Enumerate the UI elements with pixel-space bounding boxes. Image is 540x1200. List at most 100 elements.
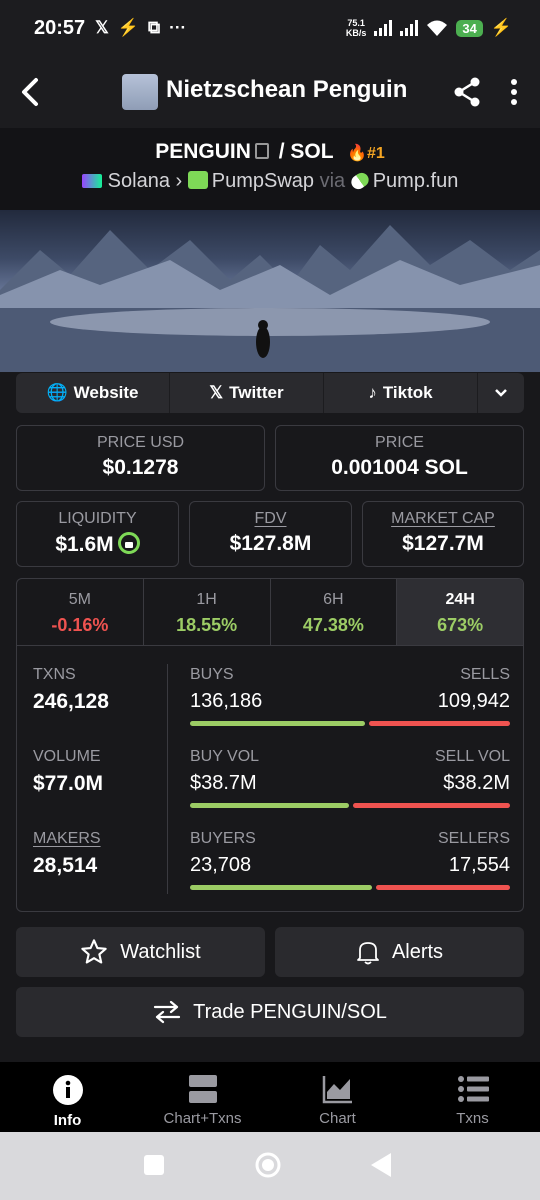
flame-icon: 🔥: [347, 145, 367, 162]
more-notifications-icon: ···: [169, 18, 187, 37]
price-usd-label: PRICE USD: [96, 434, 185, 451]
liquidity-value: $1.6M: [55, 533, 114, 556]
globe-icon: 🌐: [46, 383, 68, 402]
solana-logo-icon: [81, 174, 102, 188]
sellers-value: 17,554: [448, 854, 510, 876]
status-bar: 20:57 𝕏 ⚡ ⧉ ··· 75.1 KB/s 34 ⚡: [0, 0, 540, 56]
nav-info[interactable]: Info: [0, 1062, 135, 1132]
change-5m: -0.16%: [51, 615, 109, 635]
price-native-card: PRICE 0.001004 SOL: [275, 425, 524, 491]
charging-icon: ⚡: [490, 18, 512, 37]
battery-indicator: 34: [456, 19, 483, 37]
back-icon[interactable]: [16, 74, 46, 110]
sellers-bar-fill: [376, 885, 510, 890]
twitter-button[interactable]: 𝕏 Twitter: [170, 373, 324, 413]
back-nav-icon[interactable]: [370, 1152, 392, 1178]
token-title: Nietzschean Penguin: [166, 76, 408, 103]
chevron-down-icon: [495, 389, 507, 397]
area-chart-icon: [322, 1076, 352, 1104]
buy-vol-bar: [190, 803, 349, 808]
volume-value: $77.0M: [33, 772, 104, 795]
star-icon: [81, 939, 108, 964]
liquidity-card: LIQUIDITY $1.6M: [16, 501, 179, 567]
home-icon[interactable]: [254, 1151, 282, 1179]
buyers-bar-fill: [190, 885, 372, 890]
price-usd-card: PRICE USD $0.1278: [16, 425, 265, 491]
signal-icon: [374, 20, 393, 36]
dex-name[interactable]: PumpSwap: [212, 170, 314, 192]
trade-button[interactable]: Trade PENGUIN/SOL: [16, 987, 524, 1037]
chain-name[interactable]: Solana: [108, 170, 170, 192]
launchpad-name[interactable]: Pump.fun: [373, 170, 459, 192]
market-cap-value: $127.7M: [402, 532, 484, 555]
txns-value: 246,128: [33, 690, 109, 713]
volume-bar: [190, 803, 510, 808]
buys-bar: [190, 721, 365, 726]
buys-sells-stat: BUYS SELLS 136,186 109,942: [190, 666, 510, 726]
tiktok-icon: ♪: [368, 383, 377, 402]
mountain-penguin-illustration: [0, 225, 540, 372]
price-native-label: PRICE: [375, 434, 424, 451]
info-icon: [52, 1075, 83, 1105]
pair-line: PENGUIN / SOL 🔥#1: [0, 140, 540, 164]
recents-icon[interactable]: [143, 1154, 165, 1176]
token-avatar: [122, 74, 158, 110]
tab-6h[interactable]: 6H 47.38%: [271, 579, 398, 645]
more-links-button[interactable]: [478, 373, 524, 413]
base-symbol: PENGUIN: [155, 140, 251, 163]
txns-stat: TXNS 246,128: [33, 666, 109, 713]
stats-divider: [167, 664, 168, 894]
buy-vol-value: $38.7M: [190, 772, 257, 794]
social-links-bar: 🌐 Website 𝕏 Twitter ♪ Tiktok: [16, 373, 524, 413]
pumpswap-logo-icon: [187, 171, 208, 189]
flash-notification-icon: ⚡: [117, 18, 140, 37]
nav-chart[interactable]: Chart: [270, 1062, 405, 1132]
buy-sell-vol-stat: BUY VOL SELL VOL $38.7M $38.2M: [190, 748, 510, 808]
tab-5m[interactable]: 5M -0.16%: [17, 579, 144, 645]
sells-value: 109,942: [437, 690, 510, 712]
bottom-navigation: Info Chart+Txns Chart Txns: [0, 1062, 540, 1132]
market-cap-label[interactable]: MARKET CAP: [363, 510, 523, 528]
pair-info: PENGUIN / SOL 🔥#1 Solana › PumpSwap via …: [0, 128, 540, 210]
makers-value: 28,514: [33, 854, 98, 877]
price-native-value: 0.001004 SOL: [331, 456, 468, 479]
website-button[interactable]: 🌐 Website: [16, 373, 170, 413]
alerts-button[interactable]: Alerts: [275, 927, 524, 977]
sell-vol-value: $38.2M: [443, 772, 510, 794]
nav-txns[interactable]: Txns: [405, 1062, 540, 1132]
watchlist-button[interactable]: Watchlist: [16, 927, 265, 977]
fdv-value: $127.8M: [229, 532, 312, 555]
wifi-icon: [427, 20, 448, 36]
signal-icon-2: [400, 20, 419, 36]
pair-separator: /: [278, 140, 285, 163]
liquidity-label: LIQUIDITY: [58, 510, 137, 527]
change-1h: 18.55%: [176, 615, 238, 635]
fdv-label[interactable]: FDV: [190, 510, 351, 528]
pumpfun-logo-icon: [348, 170, 372, 192]
app-notification-icon: ⧉: [148, 18, 161, 37]
tab-1h[interactable]: 1H 18.55%: [144, 579, 271, 645]
copy-icon[interactable]: [254, 143, 269, 159]
buyers-value: 23,708: [190, 854, 252, 876]
sell-vol-bar: [352, 803, 510, 808]
tab-24h[interactable]: 24H 673%: [397, 579, 523, 645]
nav-chart-txns[interactable]: Chart+Txns: [135, 1062, 270, 1132]
buys-value: 136,186: [190, 690, 263, 712]
split-view-icon: [188, 1075, 217, 1103]
share-icon[interactable]: [452, 76, 482, 108]
makers-stat: MAKERS 28,514: [33, 830, 101, 877]
lock-icon[interactable]: [117, 532, 140, 554]
buyers-bar: [190, 885, 510, 890]
quote-symbol: SOL: [290, 140, 334, 163]
tiktok-button[interactable]: ♪ Tiktok: [324, 373, 478, 413]
price-usd-value: $0.1278: [102, 456, 179, 479]
market-cap-card: MARKET CAP $127.7M: [362, 501, 524, 567]
sells-bar: [368, 721, 510, 726]
network-speed: 75.1 KB/s: [345, 18, 367, 38]
status-time: 20:57: [34, 16, 86, 39]
via-text: via: [319, 170, 346, 192]
bell-icon: [357, 942, 379, 965]
x-icon: 𝕏: [209, 383, 224, 402]
app-header: Nietzschean Penguin: [0, 56, 540, 128]
more-vert-icon[interactable]: [502, 76, 526, 108]
